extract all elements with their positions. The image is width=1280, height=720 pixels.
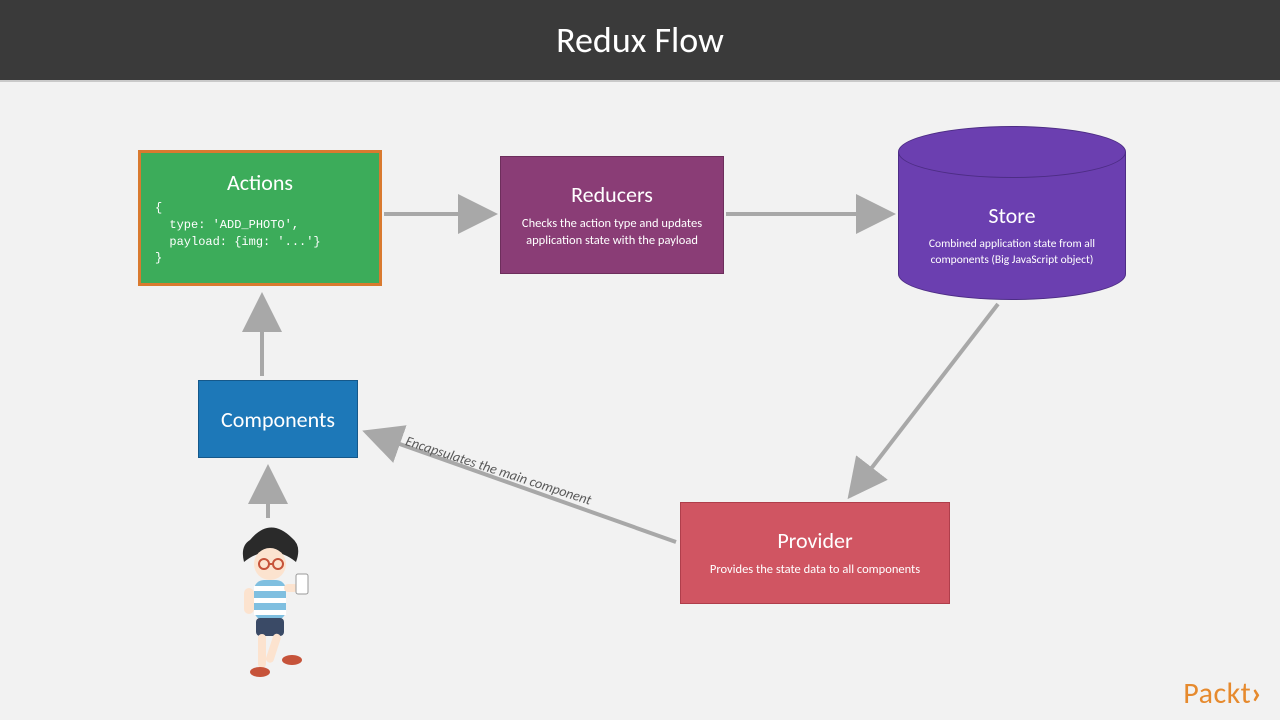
- node-actions: Actions { type: 'ADD_PHOTO', payload: {i…: [138, 150, 382, 286]
- node-store: Store Combined application state from al…: [898, 126, 1126, 300]
- node-actions-title: Actions: [155, 169, 365, 196]
- store-cylinder-top: [898, 126, 1126, 178]
- node-provider: Provider Provides the state data to all …: [680, 502, 950, 604]
- node-provider-desc: Provides the state data to all component…: [710, 562, 920, 579]
- node-actions-code: { type: 'ADD_PHOTO', payload: {img: '...…: [155, 200, 365, 267]
- user-illustration: [210, 522, 330, 692]
- page-title: Redux Flow: [556, 18, 724, 62]
- node-components-title: Components: [221, 406, 335, 433]
- node-store-desc: Combined application state from all comp…: [899, 237, 1125, 268]
- brand-logo: Packt›: [1183, 675, 1262, 712]
- node-reducers-title: Reducers: [571, 181, 653, 208]
- diagram-canvas: Actions { type: 'ADD_PHOTO', payload: {i…: [0, 82, 1280, 720]
- node-provider-title: Provider: [777, 527, 852, 554]
- brand-angle-icon: ›: [1251, 675, 1262, 712]
- node-store-title: Store: [988, 202, 1035, 229]
- header: Redux Flow: [0, 0, 1280, 82]
- node-components: Components: [198, 380, 358, 458]
- node-reducers-desc: Checks the action type and updates appli…: [515, 216, 709, 250]
- edge-label-provider-components: Encapsulates the main component: [403, 432, 593, 508]
- node-reducers: Reducers Checks the action type and upda…: [500, 156, 724, 274]
- brand-text: Packt: [1183, 675, 1251, 712]
